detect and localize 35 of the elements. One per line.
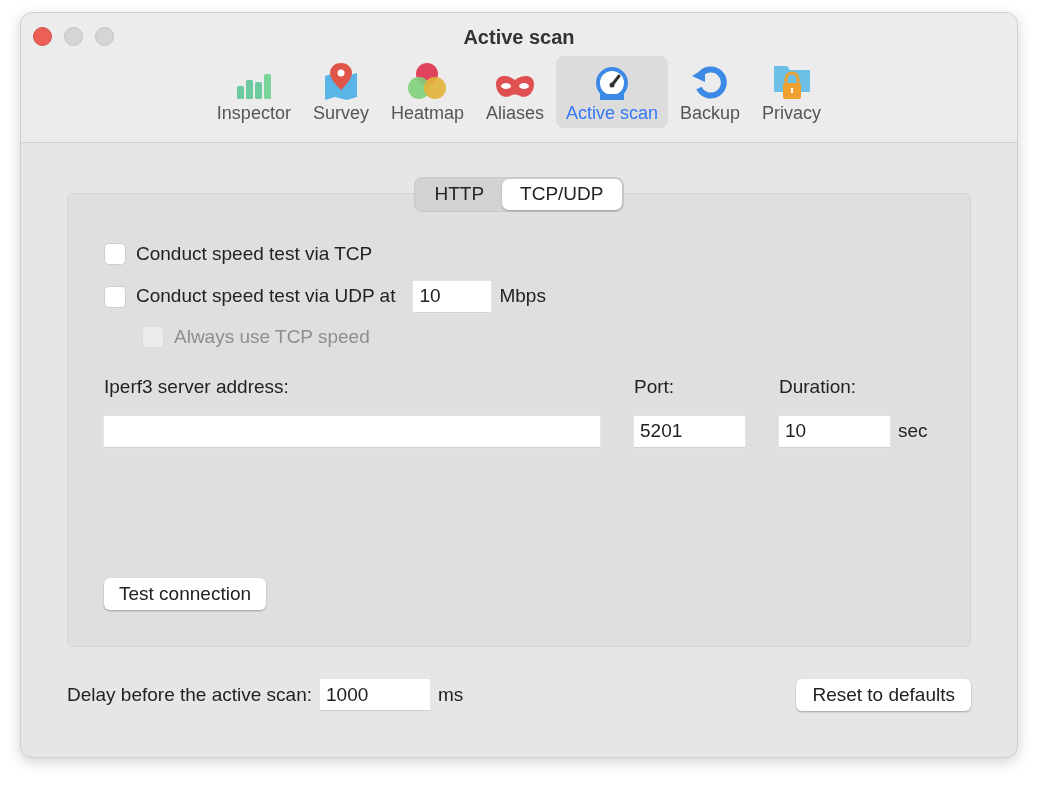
color-blobs-icon <box>407 62 448 100</box>
toolbar-tab[interactable]: Heatmap <box>380 56 474 128</box>
reset-to-defaults-button[interactable]: Reset to defaults <box>796 679 971 711</box>
minimize-button[interactable] <box>64 27 83 46</box>
speed-field[interactable]: 10 <box>413 280 492 313</box>
toolbar-tab[interactable]: Privacy <box>752 56 832 128</box>
checkbox-label: Conduct speed test via UDP at <box>136 284 396 309</box>
delay-label: Delay before the active scan: <box>67 682 313 707</box>
server-address-field[interactable] <box>104 415 600 448</box>
duration-field[interactable]: 10 <box>779 415 890 448</box>
unit-label: Mbps <box>499 284 546 309</box>
toolbar-tab[interactable]: Survey <box>302 56 379 128</box>
checkbox[interactable] <box>104 285 126 308</box>
mask-icon <box>494 74 536 100</box>
segment-tab[interactable]: TCP/UDP <box>502 179 622 210</box>
circular-arrow-icon <box>691 64 730 100</box>
field-label: Port: <box>634 375 676 399</box>
port-field[interactable]: 5201 <box>634 415 745 448</box>
unit-label: ms <box>438 682 464 707</box>
segment-tab[interactable]: HTTP <box>416 179 503 210</box>
checkbox[interactable] <box>104 243 126 266</box>
toolbar-tab[interactable]: Inspector <box>206 56 301 128</box>
toolbar-tab[interactable]: Aliases <box>476 56 554 128</box>
checkbox-label: Always use TCP speed <box>174 324 370 349</box>
delay-field[interactable]: 1000 <box>320 679 431 711</box>
close-button[interactable] <box>33 27 52 46</box>
checkbox-label: Conduct speed test via TCP <box>136 242 373 266</box>
window-title: Active scan <box>463 25 575 50</box>
test-connection-button[interactable]: Test connection <box>104 578 267 610</box>
map-pin-icon <box>322 62 359 100</box>
unit-label: sec <box>898 419 928 444</box>
field-label: Iperf3 server address: <box>104 375 290 399</box>
zoom-button[interactable] <box>95 27 114 46</box>
field-label: Duration: <box>779 375 858 399</box>
toolbar-tab[interactable]: Backup <box>670 56 751 128</box>
